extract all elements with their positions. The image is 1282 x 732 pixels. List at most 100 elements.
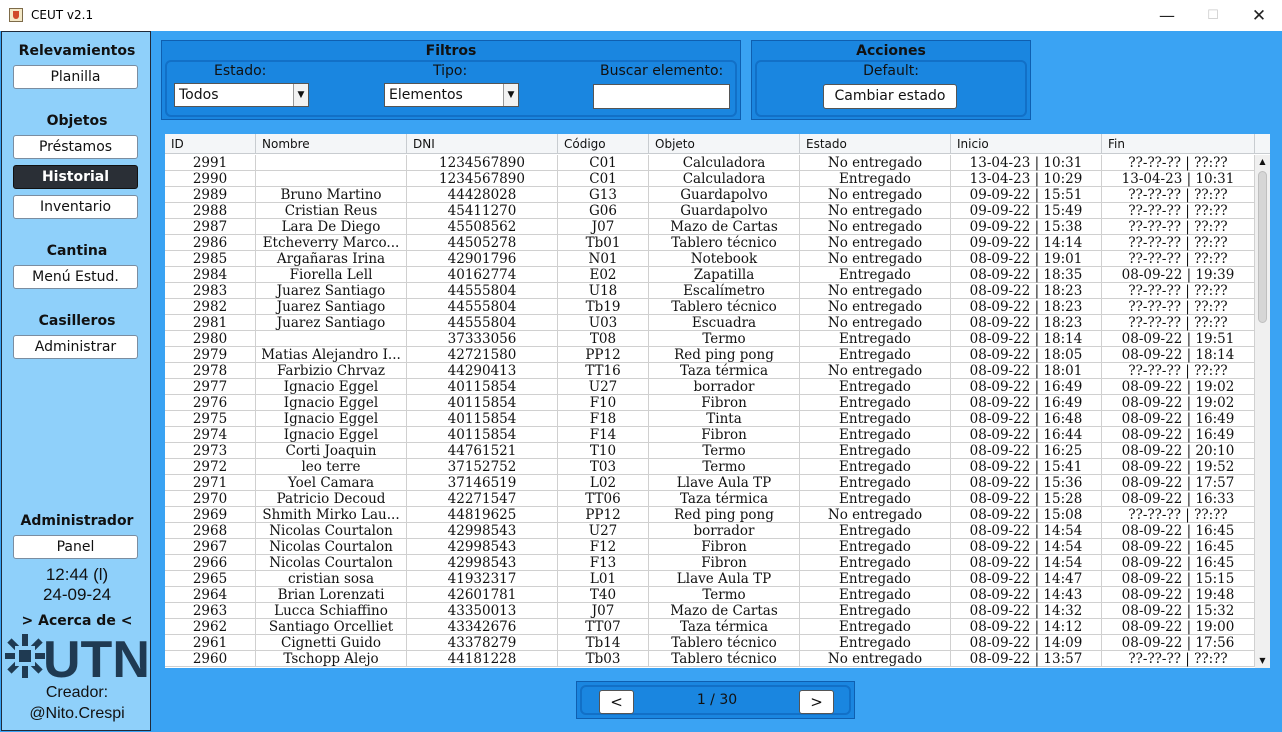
table-cell: 42998543 [407,555,558,571]
prev-page-button[interactable]: < [599,690,634,714]
next-page-button[interactable]: > [799,690,834,714]
default-label: Default: [863,63,919,79]
column-header[interactable]: Inicio [951,134,1102,154]
table-row[interactable]: 2979 Matias Alejandro I... 42721580 PP12 Red… [165,347,1255,363]
table-row[interactable]: 2970 Patricio Decoud 42271547 TT06 Taza térm… [165,491,1255,507]
table-row[interactable]: 2981 Juarez Santiago 44555804 U03 Escuadra No… [165,315,1255,331]
table-cell: 08-09-22 | 14:09 [951,635,1102,651]
close-icon[interactable]: ✕ [1236,0,1282,31]
table-cell: Red ping pong [649,347,800,363]
tipo-select[interactable]: Elementos ▼ [384,83,519,107]
table-cell: C01 [558,155,649,171]
table-cell: Entregado [800,491,951,507]
column-header[interactable]: Nombre [256,134,407,154]
table-cell: 37146519 [407,475,558,491]
table-row[interactable]: 2962 Santiago Orcelliet 43342676 TT07 Taza t… [165,619,1255,635]
table-cell [256,331,407,347]
column-header[interactable]: Código [558,134,649,154]
administrar-button[interactable]: Administrar [13,335,138,359]
utn-logo-icon: UTN [5,632,150,680]
table-cell: 08-09-22 | 16:45 [1102,555,1255,571]
table-cell: ??-??-?? | ??:?? [1102,363,1255,379]
table-row[interactable]: 2985 Argañaras Irina 42901796 N01 Notebook No… [165,251,1255,267]
table-cell: Fibron [649,427,800,443]
scroll-up-icon[interactable]: ▲ [1255,155,1270,169]
table-cell: ??-??-?? | ??:?? [1102,299,1255,315]
table-cell: 44428028 [407,187,558,203]
table-row[interactable]: 2965 cristian sosa 41932317 L01 Llave Aula T… [165,571,1255,587]
table-cell: Juarez Santiago [256,283,407,299]
table-cell: 08-09-22 | 15:08 [951,507,1102,523]
table-row[interactable]: 2983 Juarez Santiago 44555804 U18 Escalímetr… [165,283,1255,299]
column-header[interactable]: Fin [1102,134,1255,154]
table-row[interactable]: 2963 Lucca Schiaffino 43350013 J07 Mazo de C… [165,603,1255,619]
table-cell: Entregado [800,427,951,443]
table-cell: 08-09-22 | 18:01 [951,363,1102,379]
table-cell: Entregado [800,571,951,587]
table-cell: 08-09-22 | 19:01 [951,251,1102,267]
table-cell: 08-09-22 | 16:45 [1102,539,1255,555]
table-cell: 2964 [165,587,256,603]
table-row[interactable]: 2972 leo terre 37152752 T03 Termo Entregado 08… [165,459,1255,475]
scroll-down-icon[interactable]: ▼ [1255,654,1270,668]
table-row[interactable]: 2989 Bruno Martino 44428028 G13 Guardapolvo N… [165,187,1255,203]
table-row[interactable]: 2982 Juarez Santiago 44555804 Tb19 Tablero t… [165,299,1255,315]
table-row[interactable]: 2971 Yoel Camara 37146519 L02 Llave Aula TP E… [165,475,1255,491]
table-row[interactable]: 2969 Shmith Mirko Lau... 44819625 PP12 Red p… [165,507,1255,523]
scrollbar-thumb[interactable] [1258,171,1267,323]
table-cell: Tinta [649,411,800,427]
table-row[interactable]: 2976 Ignacio Eggel 40115854 F10 Fibron Entreg… [165,395,1255,411]
column-header[interactable]: ID [165,134,256,154]
table-cell: 2963 [165,603,256,619]
table-cell: Ignacio Eggel [256,427,407,443]
table-cell: Entregado [800,331,951,347]
table-row[interactable]: 2975 Ignacio Eggel 40115854 F18 Tinta Entrega… [165,411,1255,427]
table-row[interactable]: 2960 Tschopp Alejo 44181228 Tb03 Tablero téc… [165,651,1255,667]
table-cell: ??-??-?? | ??:?? [1102,283,1255,299]
cambiar-estado-button[interactable]: Cambiar estado [823,84,957,109]
minimize-icon[interactable]: — [1144,0,1190,31]
table-cell: No entregado [800,219,951,235]
table-row[interactable]: 2984 Fiorella Lell 40162774 E02 Zapatilla Ent… [165,267,1255,283]
table-row[interactable]: 2974 Ignacio Eggel 40115854 F14 Fibron Entreg… [165,427,1255,443]
table-row[interactable]: 2966 Nicolas Courtalon 42998543 F13 Fibron En… [165,555,1255,571]
table-cell: 08-09-22 | 14:54 [951,555,1102,571]
table-row[interactable]: 2990 1234567890 C01 Calculadora Entregado 13-… [165,171,1255,187]
table-row[interactable]: 2978 Farbizio Chrvaz 44290413 TT16 Taza térm… [165,363,1255,379]
table-row[interactable]: 2973 Corti Joaquin 44761521 T10 Termo Entrega… [165,443,1255,459]
acerca-link[interactable]: > Acerca de < [2,613,152,629]
planilla-button[interactable]: Planilla [13,65,138,89]
table-cell: Argañaras Irina [256,251,407,267]
column-header[interactable]: Objeto [649,134,800,154]
table-cell: leo terre [256,459,407,475]
table-row[interactable]: 2986 Etcheverry Marco... 44505278 Tb01 Table… [165,235,1255,251]
historial-button[interactable]: Historial [13,165,138,189]
inventario-button[interactable]: Inventario [13,195,138,219]
table-row[interactable]: 2987 Lara De Diego 45508562 J07 Mazo de Cart… [165,219,1255,235]
clock-time: 12:44 (l) [45,565,109,584]
column-header[interactable]: Estado [800,134,951,154]
objetos-heading: Objetos [46,113,108,129]
table-cell: No entregado [800,251,951,267]
table-cell: 40162774 [407,267,558,283]
table-row[interactable]: 2964 Brian Lorenzati 42601781 T40 Termo Entre… [165,587,1255,603]
column-header[interactable]: DNI [407,134,558,154]
prestamos-button[interactable]: Préstamos [13,135,138,159]
table-row[interactable]: 2977 Ignacio Eggel 40115854 U27 borrador Entr… [165,379,1255,395]
table-row[interactable]: 2991 1234567890 C01 Calculadora No entregado… [165,155,1255,171]
panel-button[interactable]: Panel [13,535,138,559]
menu-estud-button[interactable]: Menú Estud. [13,265,138,289]
estado-select[interactable]: Todos ▼ [174,83,309,107]
table-cell: Red ping pong [649,507,800,523]
buscar-label: Buscar elemento: [600,63,724,79]
table-cell: 09-09-22 | 15:49 [951,203,1102,219]
vertical-scrollbar[interactable]: ▲ ▼ [1255,155,1270,668]
table-row[interactable]: 2961 Cignetti Guido 43378279 Tb14 Tablero té… [165,635,1255,651]
buscar-input[interactable] [593,84,730,109]
table-row[interactable]: 2980 37333056 T08 Termo Entregado 08-09-22 | … [165,331,1255,347]
table-row[interactable]: 2967 Nicolas Courtalon 42998543 F12 Fibron En… [165,539,1255,555]
maximize-icon[interactable]: ☐ [1190,0,1236,31]
table-cell: ??-??-?? | ??:?? [1102,203,1255,219]
table-row[interactable]: 2968 Nicolas Courtalon 42998543 U27 borrador… [165,523,1255,539]
table-row[interactable]: 2988 Cristian Reus 45411270 G06 Guardapolvo N… [165,203,1255,219]
